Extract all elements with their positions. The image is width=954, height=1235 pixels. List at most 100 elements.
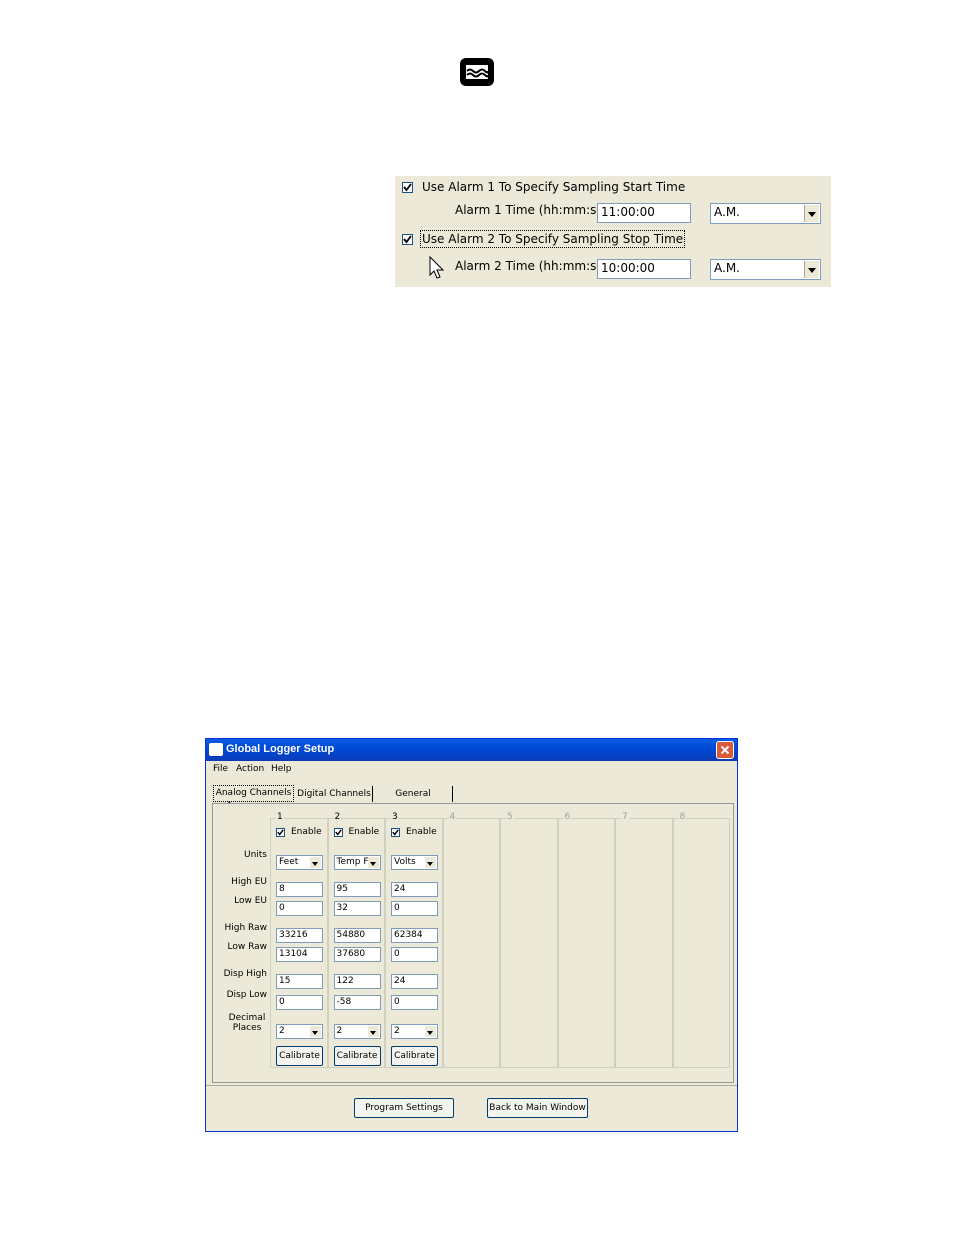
decimal-places-select[interactable]: 2 <box>276 1024 323 1039</box>
alarm1-checkbox[interactable] <box>402 182 413 193</box>
menu-file[interactable]: File <box>213 764 228 774</box>
calibrate-button[interactable]: Calibrate <box>333 1046 381 1066</box>
low-raw-input[interactable]: 13104 <box>276 947 323 962</box>
enable-label[interactable]: Enable <box>406 827 437 837</box>
low-raw-input[interactable]: 0 <box>391 947 438 962</box>
low-eu-value: 0 <box>394 903 400 913</box>
divider <box>206 1085 737 1086</box>
alarm2-ampm-value: A.M. <box>714 261 740 275</box>
alarm1-ampm-select[interactable]: A.M. <box>710 203 821 224</box>
disp-high-value: 24 <box>394 976 406 986</box>
tab-analog-channels[interactable]: Analog Channels <box>213 785 294 802</box>
enable-label[interactable]: Enable <box>349 827 380 837</box>
decimal-places-select[interactable]: 2 <box>333 1024 381 1039</box>
high-raw-input[interactable]: 54880 <box>333 928 381 943</box>
disp-high-input[interactable]: 24 <box>391 974 438 989</box>
water-wave-logo-icon <box>460 58 494 86</box>
chevron-down-icon[interactable] <box>367 857 379 868</box>
disp-low-input[interactable]: 0 <box>276 995 323 1010</box>
units-select[interactable]: Volts <box>391 855 438 870</box>
high-raw-value: 33216 <box>279 930 308 940</box>
analog-channels-page: Units High EU Low EU High Raw Low Raw Di… <box>212 803 734 1083</box>
alarm1-ampm-value: A.M. <box>714 205 740 219</box>
chevron-down-icon[interactable] <box>310 1026 321 1037</box>
row-labels: Units High EU Low EU High Raw Low Raw Di… <box>213 804 267 1074</box>
channel-number: 1 <box>276 812 284 822</box>
high-raw-input[interactable]: 33216 <box>276 928 323 943</box>
alarm1-time-input[interactable]: 11:00:00 <box>597 203 691 223</box>
enable-checkbox[interactable] <box>391 828 400 837</box>
channel-4-group: 4 <box>442 812 500 1068</box>
chevron-down-icon[interactable] <box>425 857 436 868</box>
chevron-down-icon[interactable] <box>310 857 321 868</box>
tab-digital-channels[interactable]: Digital Channels <box>296 786 373 802</box>
global-logger-setup-window: Global Logger Setup File Action Help Ana… <box>205 738 738 1132</box>
alarm2-checkbox[interactable] <box>402 234 413 245</box>
low-eu-input[interactable]: 0 <box>276 901 323 916</box>
chevron-down-icon[interactable] <box>804 261 819 278</box>
title-bar[interactable]: Global Logger Setup <box>206 739 737 761</box>
chevron-down-icon[interactable] <box>367 1026 379 1037</box>
disp-low-value: -58 <box>336 997 352 1007</box>
checkmark-icon <box>392 829 399 836</box>
channel-number: 8 <box>678 812 687 822</box>
low-eu-value: 32 <box>336 903 348 913</box>
channel-number: 4 <box>448 812 457 822</box>
tab-general[interactable]: General <box>374 786 453 802</box>
channel-6-group: 6 <box>557 812 615 1068</box>
disp-low-value: 0 <box>394 997 400 1007</box>
calibrate-button[interactable]: Calibrate <box>391 1046 438 1066</box>
close-button[interactable] <box>716 741 734 759</box>
high-eu-label: High EU <box>231 877 267 887</box>
enable-checkbox[interactable] <box>333 828 343 837</box>
low-eu-input[interactable]: 0 <box>391 901 438 916</box>
decimal-places-label: Decimal Places <box>228 1013 266 1033</box>
channel-number: 2 <box>333 812 342 822</box>
disp-low-input[interactable]: 0 <box>391 995 438 1010</box>
channel-number: 5 <box>506 812 514 822</box>
disp-high-input[interactable]: 122 <box>333 974 381 989</box>
alarm2-ampm-select[interactable]: A.M. <box>710 259 821 280</box>
units-select[interactable]: Feet <box>276 855 323 870</box>
decimal-places-select[interactable]: 2 <box>391 1024 438 1039</box>
alarm2-time-value: 10:00:00 <box>601 261 655 275</box>
high-raw-value: 62384 <box>394 930 423 940</box>
checkmark-icon <box>277 829 284 836</box>
alarm1-checkbox-label[interactable]: Use Alarm 1 To Specify Sampling Start Ti… <box>422 180 685 194</box>
checkmark-icon <box>334 829 342 836</box>
menu-bar: File Action Help <box>206 763 737 777</box>
alarm2-time-label: Alarm 2 Time (hh:mm:ss) <box>455 259 608 273</box>
menu-action[interactable]: Action <box>236 764 264 774</box>
channel-number: 3 <box>391 812 399 822</box>
low-raw-input[interactable]: 37680 <box>333 947 381 962</box>
high-eu-input[interactable]: 24 <box>391 882 438 897</box>
low-eu-value: 0 <box>279 903 285 913</box>
units-value: Volts <box>394 857 416 867</box>
disp-low-input[interactable]: -58 <box>333 995 381 1010</box>
back-to-main-window-button[interactable]: Back to Main Window <box>487 1098 588 1118</box>
units-label: Units <box>243 850 267 860</box>
disp-low-value: 0 <box>279 997 285 1007</box>
alarm2-checkbox-label[interactable]: Use Alarm 2 To Specify Sampling Stop Tim… <box>419 230 686 248</box>
high-eu-input[interactable]: 95 <box>333 882 381 897</box>
enable-label[interactable]: Enable <box>291 827 322 837</box>
low-eu-input[interactable]: 32 <box>333 901 381 916</box>
chevron-down-icon[interactable] <box>425 1026 436 1037</box>
high-raw-value: 54880 <box>336 930 366 940</box>
disp-high-input[interactable]: 15 <box>276 974 323 989</box>
low-raw-value: 37680 <box>336 949 366 959</box>
window-title: Global Logger Setup <box>226 743 335 755</box>
high-eu-value: 8 <box>279 884 285 894</box>
chevron-down-icon[interactable] <box>804 205 819 222</box>
menu-help[interactable]: Help <box>271 764 292 774</box>
high-eu-input[interactable]: 8 <box>276 882 323 897</box>
low-raw-label: Low Raw <box>227 942 267 952</box>
alarm2-time-input[interactable]: 10:00:00 <box>597 259 691 279</box>
high-raw-label: High Raw <box>224 923 267 933</box>
high-raw-input[interactable]: 62384 <box>391 928 438 943</box>
decimal-places-value: 2 <box>336 1026 343 1036</box>
calibrate-button[interactable]: Calibrate <box>276 1046 323 1066</box>
program-settings-button[interactable]: Program Settings <box>354 1098 454 1118</box>
units-select[interactable]: Temp F <box>333 855 381 870</box>
enable-checkbox[interactable] <box>276 828 285 837</box>
